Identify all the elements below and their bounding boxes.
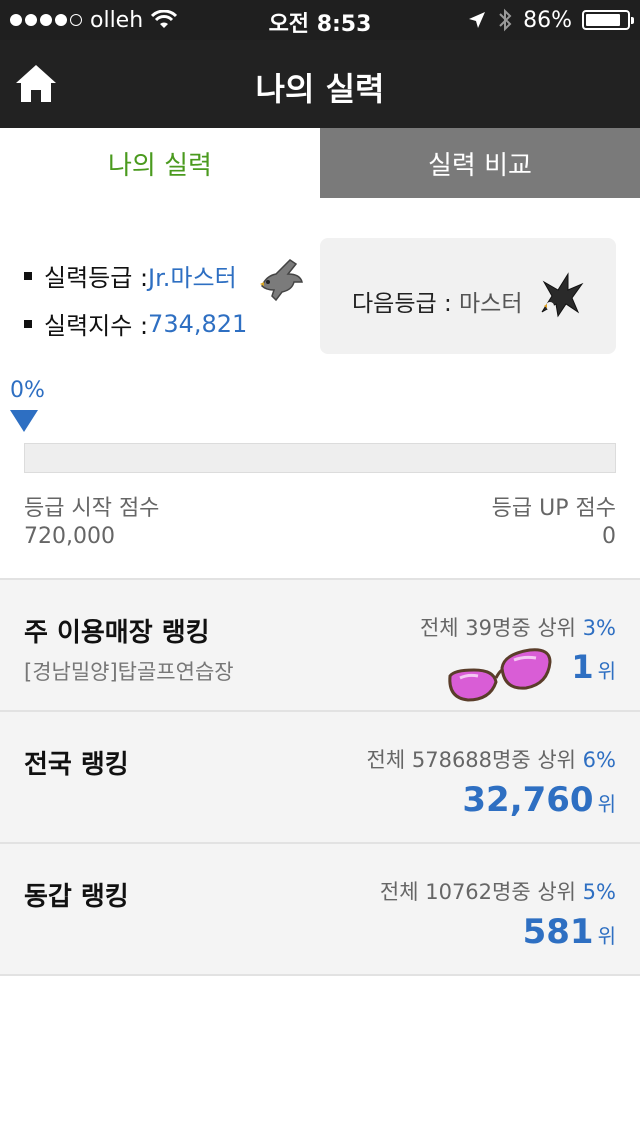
status-right: 86% bbox=[467, 6, 634, 34]
ranking-percent: 3% bbox=[582, 616, 616, 640]
ranking-unit: 위 bbox=[597, 792, 616, 816]
ranking-unit: 위 bbox=[597, 659, 616, 683]
ranking-number: 32,760 bbox=[462, 780, 594, 820]
ranking-info: 전체 578688명중 상위 6% bbox=[367, 744, 616, 774]
ranking-info-text: 전체 10762명중 상위 bbox=[379, 880, 576, 904]
ranking-percent: 6% bbox=[582, 748, 616, 772]
next-grade-eagle-icon bbox=[541, 272, 584, 318]
grade-label: 실력등급 : bbox=[44, 264, 149, 292]
battery-icon bbox=[582, 10, 634, 30]
ranking-title: 동갑 랭킹 bbox=[24, 882, 129, 912]
grade-up-value: 0 bbox=[602, 524, 616, 549]
ranking-title: 주 이용매장 랭킹 bbox=[24, 618, 210, 648]
page-title: 나의 실력 bbox=[255, 70, 385, 108]
grade-up-label: 등급 UP 점수 bbox=[491, 496, 616, 521]
index-label: 실력지수 : bbox=[44, 312, 149, 340]
national-ranking-section: 전국 랭킹 전체 578688명중 상위 6% 32,760 위 bbox=[0, 710, 640, 842]
progress-percent: 0% bbox=[10, 378, 45, 403]
bullet-icon bbox=[24, 319, 32, 328]
ranking-value: 581 위 bbox=[523, 912, 616, 952]
grade-row: 실력등급 : Jr.마스터 bbox=[24, 258, 237, 293]
ranking-value: 1위 bbox=[571, 648, 616, 686]
progress-marker-icon bbox=[10, 410, 38, 432]
next-grade-value: 마스터 bbox=[459, 291, 523, 317]
ranking-unit: 위 bbox=[597, 924, 616, 948]
ranking-info-text: 전체 578688명중 상위 bbox=[366, 748, 576, 772]
status-bar: olleh 오전 8:53 86% bbox=[0, 0, 640, 40]
grade-bird-icon bbox=[260, 259, 303, 302]
ranking-value: 32,760 위 bbox=[462, 780, 616, 820]
bluetooth-icon bbox=[499, 8, 512, 32]
grade-value: Jr.마스터 bbox=[148, 264, 237, 292]
next-grade-text: 다음등급 : 마스터 bbox=[352, 284, 523, 318]
nav-bar: 나의 실력 bbox=[0, 40, 640, 128]
bullet-icon bbox=[24, 271, 32, 280]
sunglasses-icon bbox=[448, 648, 552, 702]
tab-bar: 나의 실력 실력 비교 bbox=[0, 128, 640, 198]
next-grade-box: 다음등급 : 마스터 bbox=[320, 238, 616, 354]
battery-percent: 86% bbox=[523, 7, 572, 33]
index-row: 실력지수 : 734,821 bbox=[24, 306, 247, 341]
ranking-title: 전국 랭킹 bbox=[24, 750, 129, 780]
index-value: 734,821 bbox=[148, 309, 248, 338]
ranking-number: 1 bbox=[571, 648, 594, 686]
store-name: [경남밀양]탑골프연습장 bbox=[24, 660, 234, 684]
tab-my-skill[interactable]: 나의 실력 bbox=[0, 128, 320, 198]
grade-start-value: 720,000 bbox=[24, 524, 115, 549]
section-divider bbox=[0, 974, 640, 976]
tab-skill-compare[interactable]: 실력 비교 bbox=[320, 128, 640, 198]
location-arrow-icon bbox=[469, 12, 486, 28]
ranking-info-text: 전체 39명중 상위 bbox=[419, 616, 576, 640]
store-ranking-section: 주 이용매장 랭킹 [경남밀양]탑골프연습장 전체 39명중 상위 3% 1위 bbox=[0, 578, 640, 710]
grade-start-label: 등급 시작 점수 bbox=[24, 496, 160, 521]
grade-progress-bar bbox=[24, 443, 616, 473]
same-age-ranking-section: 동갑 랭킹 전체 10762명중 상위 5% 581 위 bbox=[0, 842, 640, 974]
next-grade-label: 다음등급 : bbox=[352, 291, 460, 317]
ranking-percent: 5% bbox=[582, 880, 616, 904]
ranking-info: 전체 10762명중 상위 5% bbox=[380, 876, 616, 906]
battery-fill bbox=[586, 14, 621, 26]
ranking-number: 581 bbox=[522, 912, 594, 952]
